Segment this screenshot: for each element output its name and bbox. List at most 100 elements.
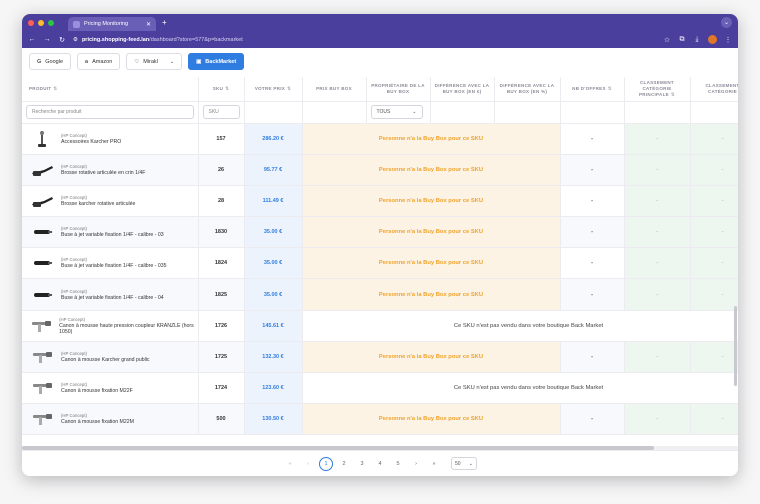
- product-name[interactable]: Canon à mousse haute pression coupleur K…: [59, 323, 197, 335]
- col-header-class-principale[interactable]: CLASSEMENT CATÉGORIE PRINCIPALE ⇅: [624, 77, 691, 102]
- price-cell[interactable]: 35.00 €: [244, 278, 303, 311]
- price-cell[interactable]: 286.20 €: [244, 123, 303, 155]
- col-header-nb-offres[interactable]: NB D'OFFRES ⇅: [560, 77, 625, 102]
- product-brand: (HP Concept): [61, 132, 87, 138]
- vertical-scrollbar[interactable]: [734, 306, 737, 386]
- table-row[interactable]: (HP Concept) Buse à jet variable fixatio…: [22, 278, 738, 311]
- product-image: [29, 129, 55, 149]
- product-brand: (HP Concept): [59, 316, 86, 322]
- table-row[interactable]: (HP Concept) Buse à jet variable fixatio…: [22, 216, 738, 249]
- table-row[interactable]: (HP Concept) Brosse rotative articulée e…: [22, 154, 738, 186]
- google-icon: G: [37, 58, 42, 65]
- page-button-3[interactable]: 3: [355, 457, 369, 471]
- table-row[interactable]: (HP Concept) Brosse karcher rotative art…: [22, 185, 738, 218]
- sort-icon[interactable]: ⇅: [53, 86, 57, 91]
- col-header-produit[interactable]: PRODUIT ⇅: [22, 77, 199, 102]
- product-brand: (HP Concept): [61, 163, 87, 169]
- product-image: [29, 160, 55, 180]
- forward-icon[interactable]: →: [43, 36, 51, 43]
- table-row[interactable]: (HP Concept) Canon à mousse fixation M22…: [22, 372, 738, 405]
- class-principale-cell: -: [624, 216, 691, 249]
- product-brand: (HP Concept): [61, 257, 87, 263]
- product-name[interactable]: Canon à mousse fixation M22M: [61, 419, 134, 425]
- sku-filter-input[interactable]: SKU: [202, 105, 240, 119]
- url-field[interactable]: ⚙ pricing.shopping-feed.lan/dashboard?st…: [73, 37, 656, 43]
- owner-filter-select[interactable]: TOUS ⌄: [370, 105, 423, 119]
- chevron-down-icon: ⌄: [169, 58, 175, 65]
- sort-icon[interactable]: ⇅: [287, 86, 291, 91]
- close-tab-icon[interactable]: ✕: [146, 21, 151, 28]
- close-window-button[interactable]: [28, 19, 34, 26]
- first-page-button[interactable]: «: [283, 457, 297, 471]
- table-row[interactable]: (HP Concept) Accessoires Karcher PRO 157…: [22, 123, 738, 155]
- channel-button-mirakl[interactable]: ♡ Mirakl ⌄: [126, 53, 183, 70]
- page-button-4[interactable]: 4: [373, 457, 387, 471]
- next-page-button[interactable]: ›: [409, 457, 423, 471]
- price-cell[interactable]: 35.00 €: [244, 216, 303, 249]
- page-button-5[interactable]: 5: [391, 457, 405, 471]
- page-button-2[interactable]: 2: [337, 457, 351, 471]
- address-bar: ← → ↻ ⚙ pricing.shopping-feed.lan/dashbo…: [22, 31, 738, 48]
- product-name[interactable]: Buse à jet variable fixation 1/4F - cali…: [61, 232, 164, 238]
- product-name[interactable]: Canon à mousse fixation M22F: [61, 388, 133, 394]
- browser-menu-icon[interactable]: ⋮: [724, 36, 732, 44]
- browser-tab[interactable]: Pricing Monitoring ✕: [68, 17, 156, 31]
- maximize-window-button[interactable]: [48, 19, 54, 26]
- profile-avatar[interactable]: [708, 35, 717, 44]
- last-page-button[interactable]: »: [427, 457, 441, 471]
- per-page-select[interactable]: 50 ⌄: [451, 457, 477, 470]
- col-header-sku[interactable]: SKU ⇅: [198, 77, 245, 102]
- product-name[interactable]: Buse à jet variable fixation 1/4F - cali…: [61, 295, 164, 301]
- back-icon[interactable]: ←: [28, 36, 36, 43]
- product-name[interactable]: Brosse rotative articulée en crin 1/4F: [61, 170, 145, 176]
- extensions-icon[interactable]: ⧉: [678, 36, 686, 44]
- price-cell[interactable]: 123.60 €: [244, 372, 303, 405]
- product-name[interactable]: Accessoires Karcher PRO: [61, 139, 121, 145]
- channel-button-backmarket[interactable]: ▣ BackMarket: [188, 53, 245, 70]
- download-icon[interactable]: ⤓: [693, 36, 701, 44]
- tab-search-icon[interactable]: ⌄: [721, 17, 732, 28]
- price-cell[interactable]: 130.50 €: [244, 403, 303, 436]
- sku-cell: 1830: [198, 216, 245, 249]
- class-principale-cell: -: [624, 185, 691, 218]
- mirakl-icon: ♡: [134, 58, 140, 65]
- sort-icon[interactable]: ⇅: [225, 86, 229, 91]
- col-header-votre-prix[interactable]: VOTRE PRIX ⇅: [244, 77, 303, 102]
- product-name[interactable]: Brosse karcher rotative articulée: [61, 201, 135, 207]
- table-row[interactable]: (HP Concept) Buse à jet variable fixatio…: [22, 247, 738, 280]
- price-cell[interactable]: 145.61 €: [244, 310, 303, 342]
- sort-icon[interactable]: ⇅: [671, 92, 675, 97]
- product-brand: (HP Concept): [61, 194, 87, 200]
- reload-icon[interactable]: ↻: [58, 36, 66, 44]
- product-cell: (HP Concept) Brosse rotative articulée e…: [22, 154, 199, 186]
- product-search-input[interactable]: Recherche par produit: [26, 105, 194, 119]
- channel-button-google[interactable]: G Google: [29, 53, 72, 70]
- product-name[interactable]: Canon à mousse Karcher grand public: [61, 357, 150, 363]
- price-cell[interactable]: 35.00 €: [244, 247, 303, 280]
- product-image: [29, 347, 55, 367]
- table-row[interactable]: (HP Concept) Canon à mousse fixation M22…: [22, 403, 738, 436]
- channel-button-amazon[interactable]: a Amazon: [77, 53, 121, 70]
- no-buybox-message: Personne n'a la Buy Box pour ce SKU: [302, 247, 561, 280]
- sort-icon[interactable]: ⇅: [608, 86, 612, 91]
- product-image: [29, 222, 55, 242]
- url-host: pricing.shopping-feed.lan: [81, 36, 150, 43]
- product-name[interactable]: Buse à jet variable fixation 1/4F - cali…: [61, 263, 167, 269]
- new-tab-icon[interactable]: +: [162, 18, 167, 27]
- price-cell[interactable]: 95.77 €: [244, 154, 303, 186]
- price-cell[interactable]: 132.30 €: [244, 341, 303, 374]
- table-row[interactable]: (HP Concept) Canon à mousse haute pressi…: [22, 310, 738, 342]
- page-button-1[interactable]: 1: [319, 456, 333, 471]
- minimize-window-button[interactable]: [38, 19, 44, 26]
- col-header-proprietaire: PROPRIÉTAIRE DE LA BUY BOX: [366, 77, 431, 102]
- site-settings-icon[interactable]: ⚙: [73, 37, 78, 43]
- product-cell: (HP Concept) Buse à jet variable fixatio…: [22, 278, 199, 311]
- prev-page-button[interactable]: ‹: [301, 457, 315, 471]
- sku-cell: 157: [198, 123, 245, 155]
- table-row[interactable]: (HP Concept) Canon à mousse Karcher gran…: [22, 341, 738, 374]
- class-categorie-cell: -: [690, 185, 738, 218]
- bookmark-star-icon[interactable]: ☆: [663, 36, 671, 44]
- class-categorie-cell: -: [690, 154, 738, 186]
- price-cell[interactable]: 111.49 €: [244, 185, 303, 218]
- class-categorie-cell: -: [690, 216, 738, 249]
